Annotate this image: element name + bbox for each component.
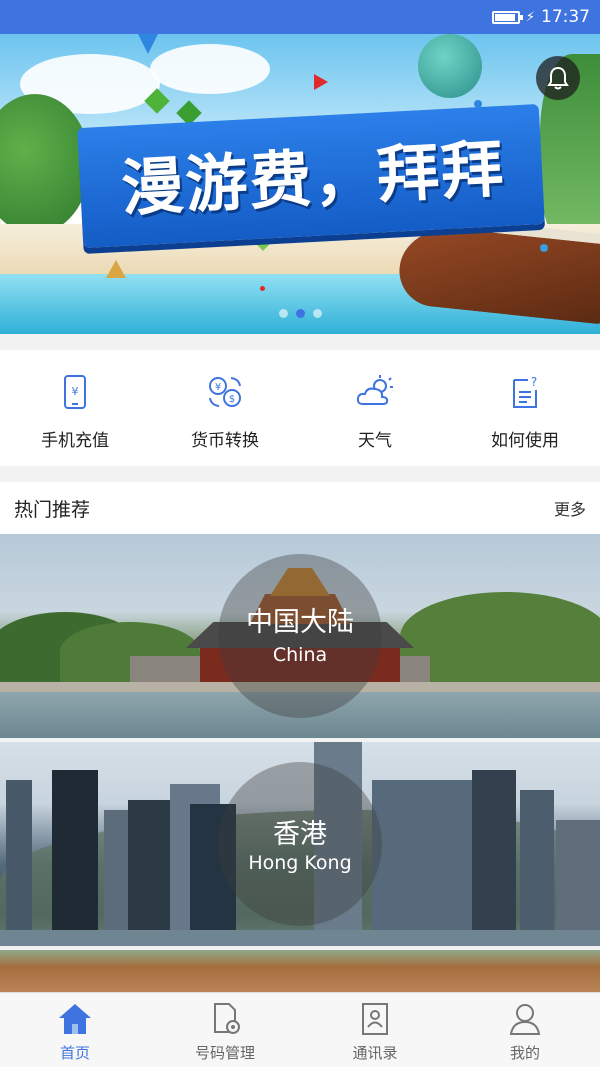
carousel-dot-active[interactable] (295, 309, 305, 318)
number-manage-icon (214, 1003, 240, 1034)
weather-icon (355, 372, 395, 412)
destination-name-en: China (272, 644, 328, 666)
svg-text:?: ? (531, 375, 537, 389)
help-document-icon: ? (505, 372, 545, 412)
quick-actions: ¥ 手机充值 ¥ $ 货币转换 天气 ? 如何使用 (0, 350, 600, 466)
tab-contacts[interactable]: 通讯录 (300, 993, 450, 1067)
bell-icon (547, 66, 569, 90)
destination-name-en: Hong Kong (248, 852, 352, 874)
carousel-dot[interactable] (312, 309, 322, 318)
carousel-dot[interactable] (278, 309, 288, 318)
carousel-indicator (0, 309, 600, 318)
quick-action-label: 手机充值 (41, 431, 109, 451)
tab-label: 号码管理 (194, 1044, 255, 1062)
notification-button[interactable] (536, 56, 580, 100)
quick-action-weather[interactable]: 天气 (300, 350, 450, 466)
status-bar: ⚡ 17:37 (0, 0, 600, 34)
quick-action-help[interactable]: ? 如何使用 (450, 350, 600, 466)
destination-name: 中国大陆 (246, 607, 354, 638)
battery-icon (491, 10, 523, 24)
bottom-tab-bar: 首页 号码管理 通讯录 我的 (0, 992, 600, 1067)
hot-air-balloon (418, 34, 482, 98)
hot-recommend-header: 热门推荐 更多 (0, 482, 600, 534)
contacts-icon (362, 1003, 388, 1035)
tab-number-management[interactable]: 号码管理 (150, 993, 300, 1067)
more-link[interactable]: 更多 (554, 496, 586, 520)
tab-mine[interactable]: 我的 (450, 993, 600, 1067)
svg-text:$: $ (229, 394, 235, 405)
quick-action-label: 货币转换 (191, 431, 259, 451)
quick-action-currency[interactable]: ¥ $ 货币转换 (150, 350, 300, 466)
quick-action-label: 天气 (358, 431, 392, 451)
promo-banner[interactable]: 漫游费，拜拜 (0, 34, 600, 334)
svg-text:¥: ¥ (72, 385, 79, 398)
quick-action-recharge[interactable]: ¥ 手机充值 (0, 350, 150, 466)
status-time: 17:37 (541, 7, 590, 27)
section-title: 热门推荐 (14, 498, 91, 521)
phone-recharge-icon: ¥ (55, 372, 95, 412)
tab-label: 我的 (509, 1044, 540, 1062)
destination-card-hongkong[interactable]: 香港 Hong Kong (0, 742, 600, 946)
destination-card-china[interactable]: 中国大陆 China (0, 534, 600, 738)
svg-text:¥: ¥ (215, 382, 221, 393)
profile-icon (509, 1004, 541, 1035)
charging-icon: ⚡ (525, 9, 535, 25)
currency-exchange-icon: ¥ $ (205, 372, 245, 412)
quick-action-label: 如何使用 (491, 431, 559, 451)
tab-home[interactable]: 首页 (0, 993, 150, 1067)
tab-label: 通讯录 (352, 1044, 398, 1062)
destination-name: 香港 (273, 819, 327, 850)
tab-label: 首页 (59, 1044, 90, 1062)
destination-card[interactable] (0, 950, 600, 992)
home-icon (59, 1004, 91, 1034)
